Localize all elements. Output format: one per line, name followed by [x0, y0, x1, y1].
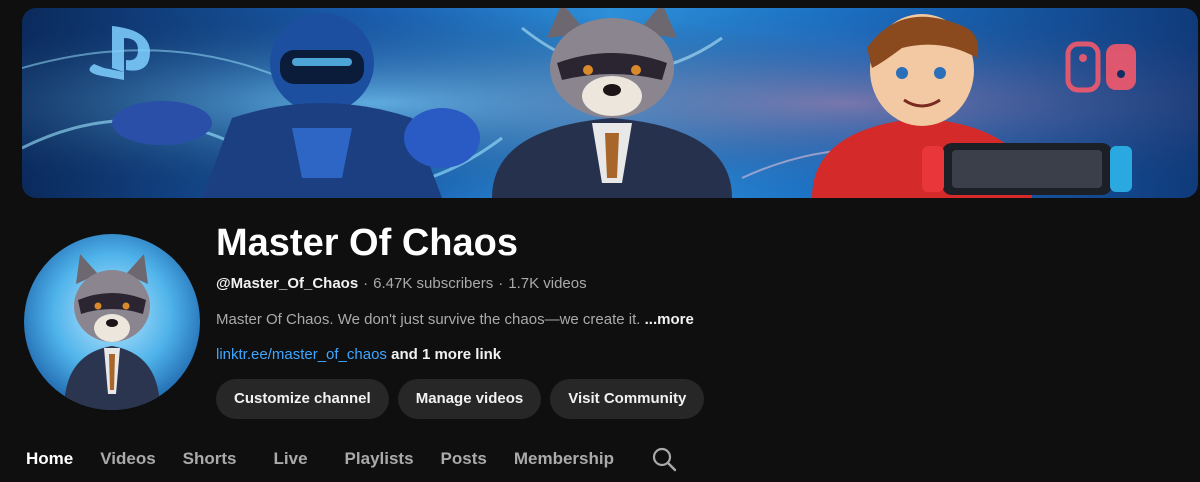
video-count: 1.7K videos — [508, 275, 587, 292]
meta-separator: · — [363, 275, 369, 292]
channel-banner — [22, 8, 1198, 198]
channel-handle: @Master_Of_Chaos — [216, 275, 359, 292]
more-links-button[interactable]: and 1 more link — [391, 346, 501, 363]
description-more-link[interactable]: ...more — [645, 311, 694, 328]
channel-actions: Customize channel Manage videos Visit Co… — [216, 379, 705, 419]
channel-links: linktr.ee/master_of_chaos and 1 more lin… — [216, 345, 501, 365]
external-link[interactable]: linktr.ee/master_of_chaos — [216, 346, 387, 363]
meta-separator: · — [498, 275, 504, 292]
tab-videos[interactable]: Videos — [100, 444, 155, 474]
description-text: Master Of Chaos. We don't just survive t… — [216, 311, 641, 328]
channel-title: Master Of Chaos — [216, 222, 518, 264]
tab-posts[interactable]: Posts — [441, 444, 487, 474]
tab-membership[interactable]: Membership — [514, 444, 614, 474]
subscriber-count: 6.47K subscribers — [373, 275, 494, 292]
visit-community-button[interactable]: Visit Community — [550, 379, 705, 419]
tab-home[interactable]: Home — [26, 444, 73, 474]
channel-meta: @Master_Of_Chaos · 6.47K subscribers · 1.7K … — [216, 274, 587, 294]
channel-avatar[interactable] — [24, 234, 200, 410]
manage-videos-button[interactable]: Manage videos — [397, 379, 542, 419]
banner-artwork — [22, 8, 1198, 198]
channel-description[interactable]: Master Of Chaos. We don't just survive t… — [216, 310, 694, 330]
tab-shorts[interactable]: Shorts — [183, 444, 237, 474]
search-icon[interactable] — [651, 446, 677, 472]
customize-channel-button[interactable]: Customize channel — [216, 379, 389, 419]
tab-live[interactable]: Live — [274, 444, 308, 474]
raccoon-avatar-icon — [64, 254, 160, 410]
channel-tabs: Home Videos Shorts Live Playlists Posts … — [26, 444, 677, 474]
tab-playlists[interactable]: Playlists — [345, 444, 414, 474]
